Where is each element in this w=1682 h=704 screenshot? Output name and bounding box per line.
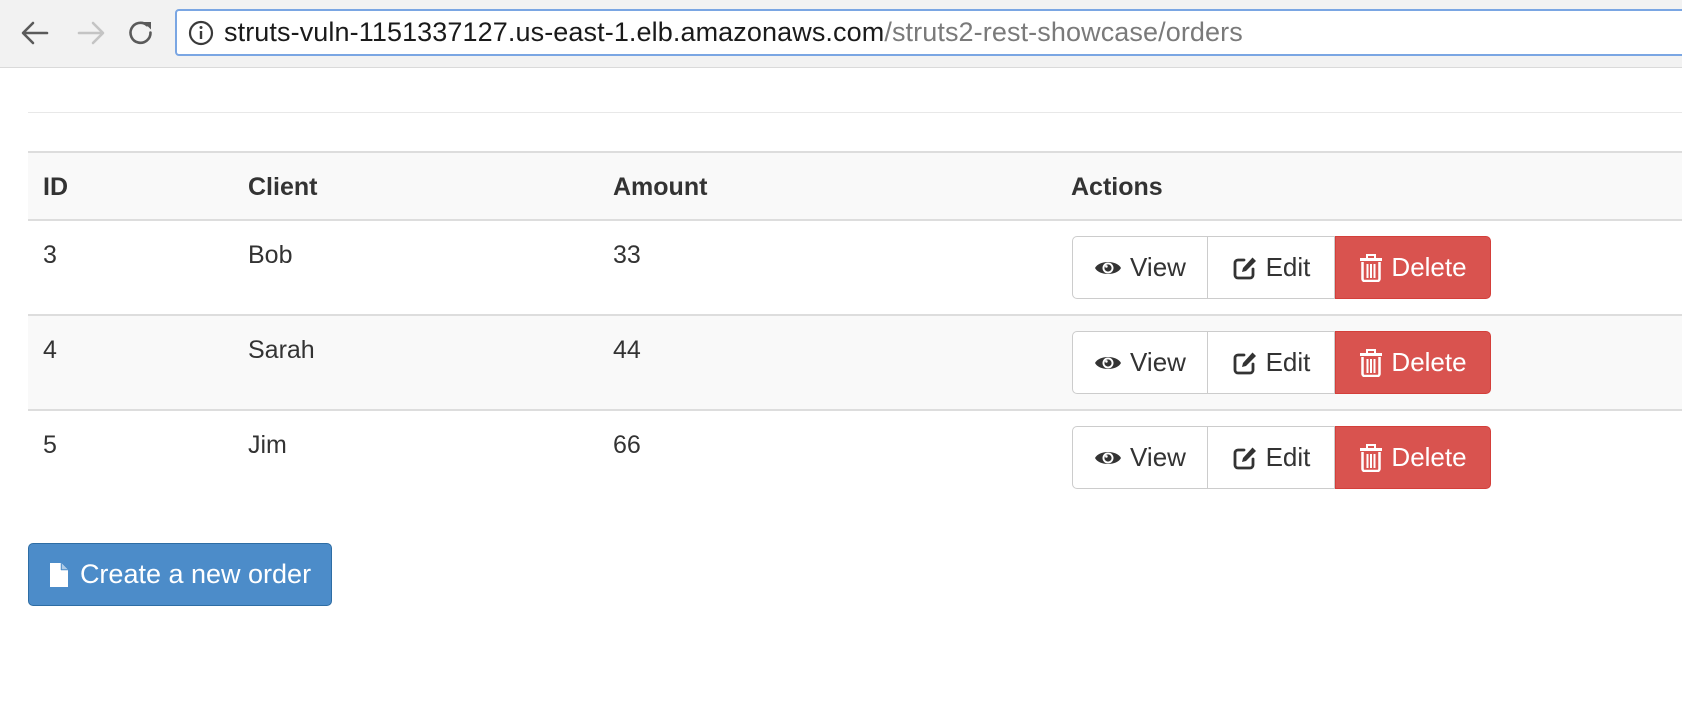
delete-button[interactable]: Delete [1335, 236, 1491, 299]
edit-button[interactable]: Edit [1208, 236, 1335, 299]
url-text[interactable]: struts-vuln-1151337127.us-east-1.elb.ama… [224, 17, 1243, 48]
delete-label: Delete [1391, 252, 1467, 282]
divider [28, 112, 1682, 113]
address-bar[interactable]: struts-vuln-1151337127.us-east-1.elb.ama… [175, 9, 1682, 56]
row-actions: View Edit Delete [1072, 331, 1491, 394]
delete-label: Delete [1391, 442, 1467, 472]
eye-icon [1094, 258, 1122, 278]
edit-icon [1232, 255, 1258, 281]
edit-label: Edit [1265, 347, 1311, 377]
trash-icon [1359, 253, 1383, 282]
cell-client: Sarah [248, 336, 315, 364]
table-row: 3 Bob 33 View Edit Delete [28, 221, 1682, 316]
cell-amount: 44 [613, 336, 641, 364]
row-actions: View Edit Delete [1072, 426, 1491, 489]
view-label: View [1130, 252, 1186, 282]
back-button[interactable] [15, 13, 55, 53]
view-label: View [1130, 442, 1186, 472]
reload-button[interactable] [121, 13, 161, 53]
header-actions: Actions [1071, 173, 1163, 201]
delete-button[interactable]: Delete [1335, 426, 1491, 489]
file-icon [49, 562, 69, 588]
eye-icon [1094, 448, 1122, 468]
header-id: ID [43, 173, 68, 201]
trash-icon [1359, 348, 1383, 377]
arrow-right-icon [77, 21, 105, 45]
cell-id: 3 [43, 241, 57, 269]
cell-client: Bob [248, 241, 293, 269]
url-host: struts-vuln-1151337127.us-east-1.elb.ama… [224, 17, 885, 47]
info-circle-icon[interactable] [188, 20, 214, 46]
header-amount: Amount [613, 173, 708, 201]
arrow-left-icon [21, 21, 49, 45]
browser-toolbar: struts-vuln-1151337127.us-east-1.elb.ama… [0, 0, 1682, 68]
view-label: View [1130, 347, 1186, 377]
url-path: /struts2-rest-showcase/orders [884, 17, 1243, 47]
create-order-label: Create a new order [79, 559, 312, 589]
reload-icon [129, 21, 152, 45]
view-button[interactable]: View [1072, 236, 1208, 299]
create-order-button[interactable]: Create a new order [28, 543, 332, 606]
edit-button[interactable]: Edit [1208, 331, 1335, 394]
view-button[interactable]: View [1072, 331, 1208, 394]
view-button[interactable]: View [1072, 426, 1208, 489]
orders-table: ID Client Amount Actions 3 Bob 33 View E… [28, 151, 1682, 506]
edit-icon [1232, 350, 1258, 376]
header-client: Client [248, 173, 318, 201]
table-header: ID Client Amount Actions [28, 151, 1682, 221]
cell-id: 5 [43, 431, 57, 459]
delete-label: Delete [1391, 347, 1467, 377]
table-row: 5 Jim 66 View Edit Delete [28, 411, 1682, 506]
edit-button[interactable]: Edit [1208, 426, 1335, 489]
table-row: 4 Sarah 44 View Edit Delete [28, 316, 1682, 411]
edit-label: Edit [1265, 252, 1311, 282]
eye-icon [1094, 353, 1122, 373]
trash-icon [1359, 443, 1383, 472]
edit-label: Edit [1265, 442, 1311, 472]
forward-button[interactable] [71, 13, 111, 53]
cell-amount: 66 [613, 431, 641, 459]
edit-icon [1232, 445, 1258, 471]
row-actions: View Edit Delete [1072, 236, 1491, 299]
cell-client: Jim [248, 431, 287, 459]
cell-amount: 33 [613, 241, 641, 269]
delete-button[interactable]: Delete [1335, 331, 1491, 394]
cell-id: 4 [43, 336, 57, 364]
